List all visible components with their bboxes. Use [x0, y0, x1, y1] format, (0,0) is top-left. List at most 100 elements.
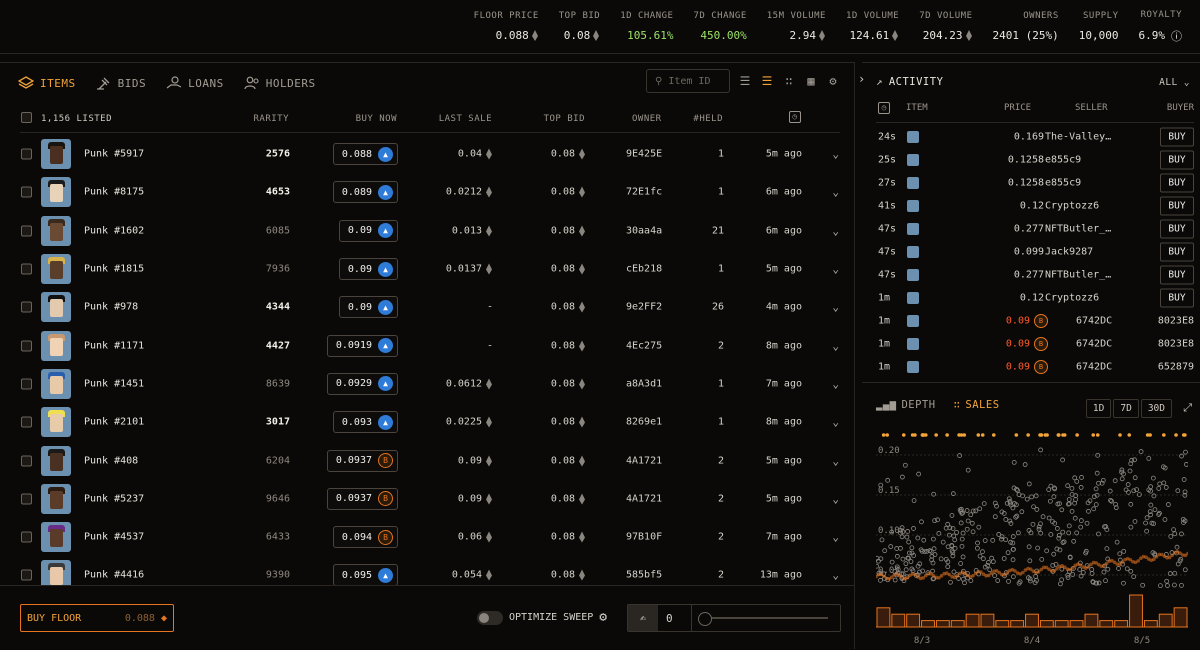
buy-now-button[interactable]: 0.09 ▲ — [338, 219, 398, 242]
punk-avatar[interactable] — [907, 130, 919, 143]
timeframe-30d[interactable]: 30D — [1140, 399, 1172, 418]
chevron-down-icon[interactable]: ⌄ — [832, 454, 839, 467]
gear-icon[interactable]: ⚙ — [826, 74, 840, 88]
activity-seller[interactable]: The-Valley… — [1045, 131, 1111, 142]
activity-seller[interactable]: 6742DC — [1076, 361, 1112, 372]
buy-now-button[interactable]: 0.089 ▲ — [332, 181, 398, 204]
timeframe-7d[interactable]: 7D — [1113, 399, 1139, 418]
buy-now-button[interactable]: 0.0937 B — [326, 487, 398, 510]
sweep-count-input[interactable]: 0 — [658, 605, 692, 631]
chevron-down-icon[interactable]: ⌄ — [832, 569, 839, 582]
row-checkbox[interactable] — [21, 569, 32, 581]
table-row[interactable]: Punk #408 6204 0.0937 B 0.09 0.08 4A1721 … — [20, 441, 841, 479]
activity-buyer[interactable]: 8023E8 — [1158, 338, 1194, 349]
activity-buyer[interactable]: 8023E8 — [1158, 315, 1194, 326]
chevron-down-icon[interactable]: ⌄ — [832, 186, 839, 199]
col-last-sale[interactable]: LAST SALE — [439, 114, 492, 124]
tab-sales[interactable]: ∷ SALES — [954, 399, 1000, 411]
item-name[interactable]: Punk #1171 — [84, 340, 144, 351]
tab-loans[interactable]: LOANS — [166, 76, 224, 90]
tab-holders[interactable]: HOLDERS — [244, 76, 316, 90]
detail-list-icon[interactable]: ☰ — [760, 74, 774, 88]
buy-now-button[interactable]: 0.0929 ▲ — [326, 372, 398, 395]
chevron-down-icon[interactable]: ⌄ — [832, 377, 839, 390]
item-name[interactable]: Punk #5917 — [84, 149, 144, 160]
item-name[interactable]: Punk #1451 — [84, 378, 144, 389]
list-view-icon[interactable]: ☰ — [738, 74, 752, 88]
table-row[interactable]: Punk #5917 2576 0.088 ▲ 0.04 0.08 9E425E … — [20, 135, 841, 173]
activity-filter[interactable]: ALL ⌄ — [1159, 77, 1190, 88]
item-name[interactable]: Punk #4537 — [84, 532, 144, 543]
chevron-down-icon[interactable]: ⌄ — [832, 148, 839, 161]
activity-seller[interactable]: e855c9 — [1045, 177, 1081, 188]
item-name[interactable]: Punk #2101 — [84, 417, 144, 428]
table-row[interactable]: Punk #1171 4427 0.0919 ▲ - 0.08 4Ec275 2 … — [20, 326, 841, 364]
punk-avatar[interactable] — [907, 337, 919, 350]
owner-address[interactable]: 8269e1 — [626, 417, 662, 428]
chevron-down-icon[interactable]: ⌄ — [832, 263, 839, 276]
owner-address[interactable]: 97B10F — [626, 532, 662, 543]
col-rarity[interactable]: RARITY — [253, 114, 289, 124]
chevron-down-icon[interactable]: ⌄ — [832, 416, 839, 429]
table-row[interactable]: Punk #4537 6433 0.094 B 0.06 0.08 97B10F … — [20, 518, 841, 556]
chevron-down-icon[interactable]: ⌄ — [832, 224, 839, 237]
table-row[interactable]: Punk #5237 9646 0.0937 B 0.09 0.08 4A1721… — [20, 480, 841, 518]
tab-bids[interactable]: BIDS — [96, 76, 147, 90]
activity-buy-button[interactable]: BUY — [1160, 127, 1194, 146]
owner-address[interactable]: 9E425E — [626, 149, 662, 160]
table-row[interactable]: Punk #8175 4653 0.089 ▲ 0.0212 0.08 72E1f… — [20, 173, 841, 211]
chevron-down-icon[interactable]: ⌄ — [832, 531, 839, 544]
activity-seller[interactable]: Jack9287 — [1045, 246, 1093, 257]
buy-now-button[interactable]: 0.0919 ▲ — [326, 334, 398, 357]
row-checkbox[interactable] — [21, 416, 32, 428]
activity-seller[interactable]: 6742DC — [1076, 315, 1112, 326]
gear-icon[interactable]: ⚙ — [599, 610, 607, 625]
buy-now-button[interactable]: 0.093 ▲ — [332, 411, 398, 434]
punk-avatar[interactable] — [907, 245, 919, 258]
activity-seller[interactable]: Cryptozz6 — [1045, 200, 1099, 211]
chevron-down-icon[interactable]: ⌄ — [832, 339, 839, 352]
table-row[interactable]: Punk #1602 6085 0.09 ▲ 0.013 0.08 30aa4a … — [20, 212, 841, 250]
table-row[interactable]: Punk #978 4344 0.09 ▲ - 0.08 9e2FF2 26 4m… — [20, 288, 841, 326]
row-checkbox[interactable] — [21, 186, 32, 198]
expand-icon[interactable]: ⤢ — [1183, 401, 1192, 415]
timeframe-1d[interactable]: 1D — [1085, 399, 1112, 418]
chevron-down-icon[interactable]: ⌄ — [832, 301, 839, 314]
item-name[interactable]: Punk #1602 — [84, 225, 144, 236]
activity-buy-button[interactable]: BUY — [1160, 288, 1194, 307]
buy-now-button[interactable]: 0.088 ▲ — [332, 143, 398, 166]
select-all-checkbox[interactable] — [21, 112, 32, 123]
buy-now-button[interactable]: 0.094 B — [332, 526, 398, 549]
punk-avatar[interactable] — [907, 199, 919, 212]
activity-buy-button[interactable]: BUY — [1160, 196, 1194, 215]
col-owner[interactable]: OWNER — [632, 114, 662, 124]
row-checkbox[interactable] — [21, 531, 32, 543]
activity-buy-button[interactable]: BUY — [1160, 150, 1194, 169]
clock-icon[interactable]: ◷ — [789, 111, 801, 123]
info-icon[interactable]: ⓘ — [1171, 28, 1182, 44]
item-name[interactable]: Punk #1815 — [84, 264, 144, 275]
search-input[interactable]: ⚲ Item ID — [646, 69, 730, 93]
activity-seller[interactable]: NFTButler_… — [1045, 269, 1111, 280]
punk-avatar[interactable] — [907, 314, 919, 327]
tab-items[interactable]: ITEMS — [18, 76, 76, 90]
col-held[interactable]: #HELD — [693, 114, 723, 124]
row-checkbox[interactable] — [21, 225, 32, 237]
sweep-slider[interactable] — [698, 612, 828, 626]
dense-grid-icon[interactable]: ∷ — [782, 74, 796, 88]
owner-address[interactable]: 585bf5 — [626, 570, 662, 581]
table-row[interactable]: Punk #1451 8639 0.0929 ▲ 0.0612 0.08 a8A3… — [20, 365, 841, 403]
col-buy-now[interactable]: BUY NOW — [356, 114, 397, 124]
item-name[interactable]: Punk #8175 — [84, 187, 144, 198]
punk-avatar[interactable] — [907, 222, 919, 235]
activity-buy-button[interactable]: BUY — [1160, 242, 1194, 261]
chevron-down-icon[interactable]: ⌄ — [832, 492, 839, 505]
owner-address[interactable]: 4A1721 — [626, 455, 662, 466]
buy-now-button[interactable]: 0.0937 B — [326, 449, 398, 472]
owner-address[interactable]: 4A1721 — [626, 493, 662, 504]
activity-seller[interactable]: Cryptozz6 — [1045, 292, 1099, 303]
owner-address[interactable]: 72E1fc — [626, 187, 662, 198]
owner-address[interactable]: 9e2FF2 — [626, 302, 662, 313]
item-name[interactable]: Punk #4416 — [84, 570, 144, 581]
broom-icon[interactable]: ✍ — [628, 605, 658, 631]
